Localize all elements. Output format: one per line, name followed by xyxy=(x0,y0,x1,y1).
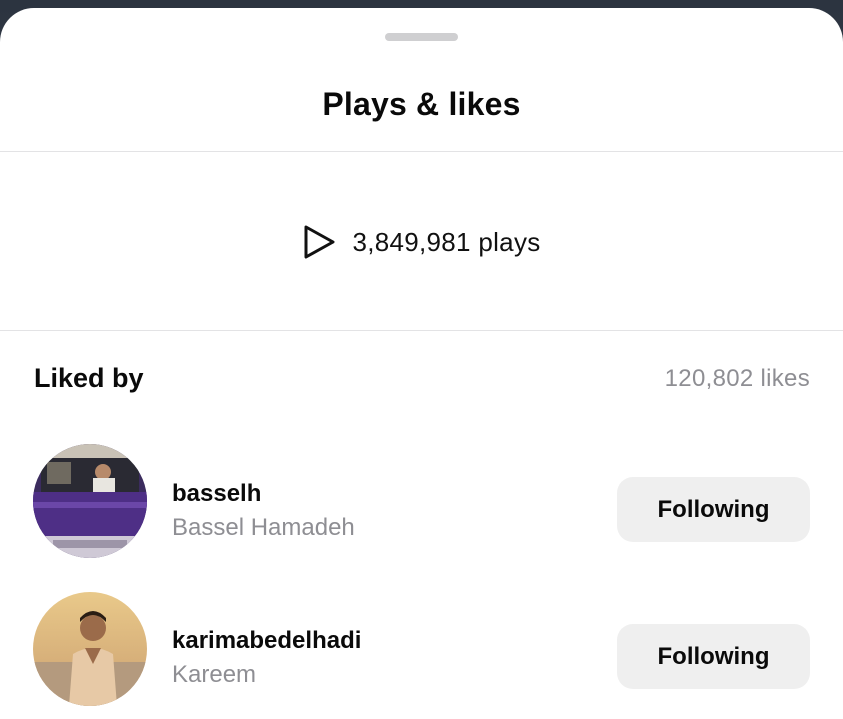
play-icon xyxy=(302,224,336,260)
full-name: Bassel Hamadeh xyxy=(172,514,355,541)
username[interactable]: karimabedelhadi xyxy=(172,627,361,655)
plays-count-text: 3,849,981 plays xyxy=(352,226,541,257)
plays-likes-sheet: Plays & likes 3,849,981 plays Liked by 1… xyxy=(0,8,843,719)
list-item[interactable]: karimabedelhadi Kareem Following xyxy=(0,592,843,708)
likes-count: 120,802 likes xyxy=(664,365,810,392)
section-divider xyxy=(0,330,843,331)
plays-count-row: 3,849,981 plays xyxy=(0,220,843,264)
username[interactable]: basselh xyxy=(172,480,261,508)
following-button[interactable]: Following xyxy=(617,477,810,542)
following-button[interactable]: Following xyxy=(617,624,810,689)
list-item[interactable]: basselh Bassel Hamadeh Following xyxy=(0,444,843,560)
sheet-grabber-handle[interactable] xyxy=(385,33,458,41)
liked-by-heading: Liked by xyxy=(34,363,144,393)
sheet-title: Plays & likes xyxy=(322,86,521,122)
full-name: Kareem xyxy=(172,661,257,688)
avatar[interactable] xyxy=(33,444,147,558)
header-divider xyxy=(0,151,843,152)
avatar[interactable] xyxy=(33,592,147,706)
